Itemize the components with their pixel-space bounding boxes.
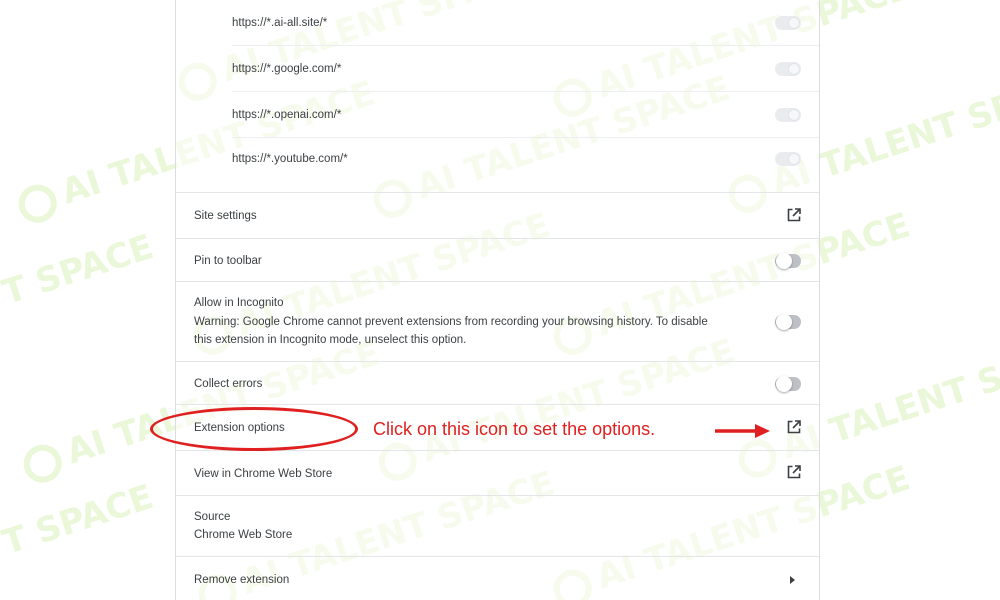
site-pattern: https://*.google.com/* (232, 62, 342, 75)
incognito-warning: this extension in Incognito mode, unsele… (194, 334, 467, 346)
extension-details-panel: https://*.ai-all.site/* https://*.google… (175, 0, 820, 600)
annotation-arrow-icon (715, 424, 770, 438)
incognito-title: Allow in Incognito (194, 297, 284, 309)
toggle-knob (776, 253, 792, 269)
watermark-logo-icon (18, 439, 67, 488)
watermark-logo-icon (13, 179, 62, 228)
instruction-annotation: Click on this icon to set the options. (373, 419, 656, 439)
toggle-knob (788, 17, 800, 29)
site-access-toggle[interactable] (775, 16, 801, 30)
remove-extension-row[interactable]: Remove extension (176, 557, 819, 600)
site-access-row: https://*.openai.com/* (232, 92, 819, 138)
allow-incognito-toggle[interactable] (775, 314, 801, 330)
collect-errors-label: Collect errors (194, 378, 263, 390)
site-access-row: https://*.youtube.com/* (232, 138, 819, 193)
chevron-right-icon[interactable] (790, 576, 795, 584)
toggle-knob (776, 314, 792, 330)
site-access-toggle[interactable] (775, 108, 801, 122)
toggle-knob (788, 109, 800, 121)
site-settings-row[interactable]: Site settings (176, 193, 819, 239)
allow-incognito-row: Allow in Incognito Warning: Google Chrom… (176, 282, 819, 362)
remove-extension-label: Remove extension (194, 574, 290, 586)
pin-to-toolbar-row: Pin to toolbar (176, 239, 819, 282)
watermark: T SPACE (0, 226, 159, 314)
pin-to-toolbar-toggle[interactable] (775, 253, 801, 269)
site-pattern: https://*.youtube.com/* (232, 153, 348, 165)
watermark: T SPACE (0, 476, 159, 564)
site-access-toggle[interactable] (775, 62, 801, 76)
toggle-knob (776, 376, 792, 392)
toggle-knob (788, 153, 800, 165)
highlight-ellipse (150, 407, 358, 451)
site-access-row: https://*.ai-all.site/* (232, 0, 819, 46)
site-pattern: https://*.ai-all.site/* (232, 16, 328, 29)
open-in-new-icon[interactable] (787, 208, 801, 222)
open-in-new-icon[interactable] (787, 465, 801, 479)
toggle-knob (788, 63, 800, 75)
web-store-label: View in Chrome Web Store (194, 468, 333, 480)
collect-errors-toggle[interactable] (775, 376, 801, 392)
pin-to-toolbar-label: Pin to toolbar (194, 255, 262, 267)
web-store-row[interactable]: View in Chrome Web Store (176, 451, 819, 496)
site-access-toggle[interactable] (775, 152, 801, 166)
site-access-row: https://*.google.com/* (232, 46, 819, 92)
incognito-warning: Warning: Google Chrome cannot prevent ex… (194, 316, 708, 328)
site-pattern: https://*.openai.com/* (232, 108, 342, 121)
site-settings-label: Site settings (194, 210, 257, 222)
collect-errors-row: Collect errors (176, 362, 819, 405)
source-row: Source Chrome Web Store (176, 496, 819, 557)
source-title: Source (194, 511, 231, 523)
source-value: Chrome Web Store (194, 529, 293, 541)
open-in-new-icon[interactable] (787, 420, 801, 434)
